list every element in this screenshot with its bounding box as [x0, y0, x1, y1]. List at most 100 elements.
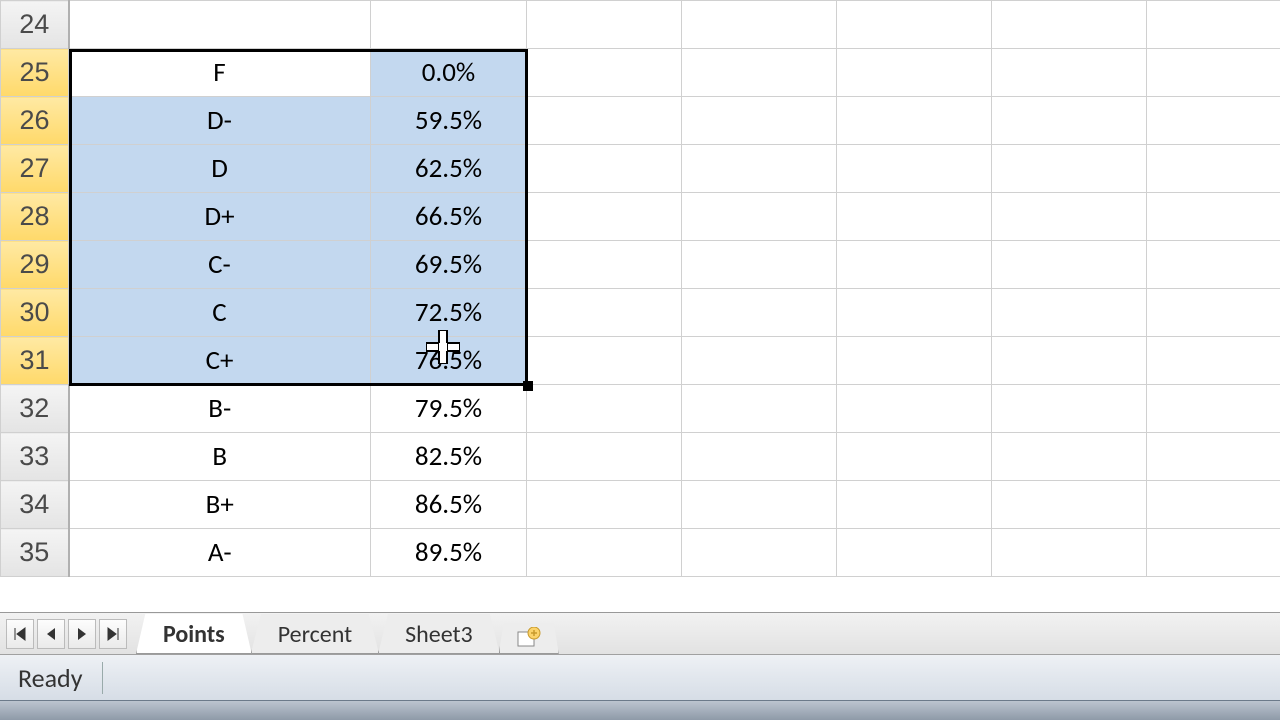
cell-empty[interactable]: [992, 49, 1147, 97]
spreadsheet-grid[interactable]: 2425F0.0%26D-59.5%27D62.5%28D+66.5%29C-6…: [0, 0, 1280, 612]
cell-grade[interactable]: D-: [69, 97, 371, 145]
cell-empty[interactable]: [1147, 241, 1280, 289]
row-header[interactable]: 27: [1, 145, 69, 193]
cell-empty[interactable]: [837, 337, 992, 385]
cell-percent[interactable]: 0.0%: [371, 49, 527, 97]
cell-empty[interactable]: [682, 193, 837, 241]
cell-empty[interactable]: [837, 529, 992, 577]
cell-empty[interactable]: [1147, 193, 1280, 241]
cell-empty[interactable]: [837, 145, 992, 193]
cell-grade[interactable]: D+: [69, 193, 371, 241]
cell-percent[interactable]: 86.5%: [371, 481, 527, 529]
sheet-tab[interactable]: Percent: [251, 614, 379, 654]
cell-empty[interactable]: [682, 289, 837, 337]
cell-percent[interactable]: 62.5%: [371, 145, 527, 193]
cell-empty[interactable]: [837, 289, 992, 337]
sheet-tab[interactable]: Sheet3: [378, 614, 500, 654]
new-sheet-button[interactable]: [499, 623, 559, 654]
row-header[interactable]: 32: [1, 385, 69, 433]
cell-grade[interactable]: B: [69, 433, 371, 481]
cell-empty[interactable]: [992, 433, 1147, 481]
cell-empty[interactable]: [527, 49, 682, 97]
cell-empty[interactable]: [682, 337, 837, 385]
cell-empty[interactable]: [837, 1, 992, 49]
cell-percent[interactable]: [371, 1, 527, 49]
cell-empty[interactable]: [837, 97, 992, 145]
cell-grade[interactable]: F: [69, 49, 371, 97]
row-header[interactable]: 31: [1, 337, 69, 385]
row-header[interactable]: 25: [1, 49, 69, 97]
cell-empty[interactable]: [1147, 481, 1280, 529]
cell-empty[interactable]: [682, 433, 837, 481]
cell-percent[interactable]: 72.5%: [371, 289, 527, 337]
cell-grade[interactable]: B+: [69, 481, 371, 529]
cell-empty[interactable]: [1147, 385, 1280, 433]
cell-grade[interactable]: D: [69, 145, 371, 193]
cell-empty[interactable]: [992, 193, 1147, 241]
tab-nav-first-button[interactable]: [6, 619, 34, 649]
cell-percent[interactable]: 82.5%: [371, 433, 527, 481]
cell-empty[interactable]: [527, 289, 682, 337]
cell-empty[interactable]: [682, 97, 837, 145]
cell-empty[interactable]: [1147, 337, 1280, 385]
cell-empty[interactable]: [1147, 1, 1280, 49]
cell-empty[interactable]: [682, 481, 837, 529]
cell-empty[interactable]: [682, 529, 837, 577]
row-header[interactable]: 35: [1, 529, 69, 577]
cell-empty[interactable]: [682, 1, 837, 49]
cell-empty[interactable]: [837, 193, 992, 241]
cell-empty[interactable]: [1147, 97, 1280, 145]
cell-grade[interactable]: C+: [69, 337, 371, 385]
cell-empty[interactable]: [1147, 433, 1280, 481]
cell-empty[interactable]: [527, 385, 682, 433]
cell-empty[interactable]: [527, 337, 682, 385]
cell-grade[interactable]: B-: [69, 385, 371, 433]
cell-percent[interactable]: 79.5%: [371, 385, 527, 433]
row-header[interactable]: 30: [1, 289, 69, 337]
cell-percent[interactable]: 89.5%: [371, 529, 527, 577]
cell-empty[interactable]: [527, 1, 682, 49]
cell-empty[interactable]: [682, 241, 837, 289]
cell-empty[interactable]: [837, 385, 992, 433]
cell-empty[interactable]: [1147, 49, 1280, 97]
tab-nav-prev-button[interactable]: [37, 619, 65, 649]
cell-empty[interactable]: [837, 481, 992, 529]
grid-table[interactable]: 2425F0.0%26D-59.5%27D62.5%28D+66.5%29C-6…: [0, 0, 1280, 577]
row-header[interactable]: 33: [1, 433, 69, 481]
cell-empty[interactable]: [992, 241, 1147, 289]
row-header[interactable]: 34: [1, 481, 69, 529]
cell-empty[interactable]: [837, 433, 992, 481]
tab-nav-next-button[interactable]: [68, 619, 96, 649]
cell-empty[interactable]: [527, 241, 682, 289]
cell-empty[interactable]: [837, 241, 992, 289]
cell-empty[interactable]: [992, 385, 1147, 433]
cell-empty[interactable]: [992, 337, 1147, 385]
row-header[interactable]: 28: [1, 193, 69, 241]
cell-empty[interactable]: [992, 481, 1147, 529]
cell-empty[interactable]: [1147, 529, 1280, 577]
cell-empty[interactable]: [527, 193, 682, 241]
cell-grade[interactable]: [69, 1, 371, 49]
cell-grade[interactable]: C: [69, 289, 371, 337]
cell-empty[interactable]: [527, 145, 682, 193]
cell-percent[interactable]: 66.5%: [371, 193, 527, 241]
cell-grade[interactable]: A-: [69, 529, 371, 577]
tab-nav-last-button[interactable]: [99, 619, 127, 649]
cell-empty[interactable]: [992, 289, 1147, 337]
cell-percent[interactable]: 69.5%: [371, 241, 527, 289]
cell-empty[interactable]: [992, 145, 1147, 193]
row-header[interactable]: 26: [1, 97, 69, 145]
cell-empty[interactable]: [527, 433, 682, 481]
cell-empty[interactable]: [1147, 145, 1280, 193]
cell-grade[interactable]: C-: [69, 241, 371, 289]
cell-empty[interactable]: [527, 529, 682, 577]
cell-empty[interactable]: [682, 49, 837, 97]
cell-empty[interactable]: [682, 145, 837, 193]
cell-empty[interactable]: [682, 385, 837, 433]
row-header[interactable]: 29: [1, 241, 69, 289]
cell-empty[interactable]: [992, 1, 1147, 49]
cell-empty[interactable]: [992, 529, 1147, 577]
cell-empty[interactable]: [527, 481, 682, 529]
row-header[interactable]: 24: [1, 1, 69, 49]
cell-percent[interactable]: 76.5%: [371, 337, 527, 385]
